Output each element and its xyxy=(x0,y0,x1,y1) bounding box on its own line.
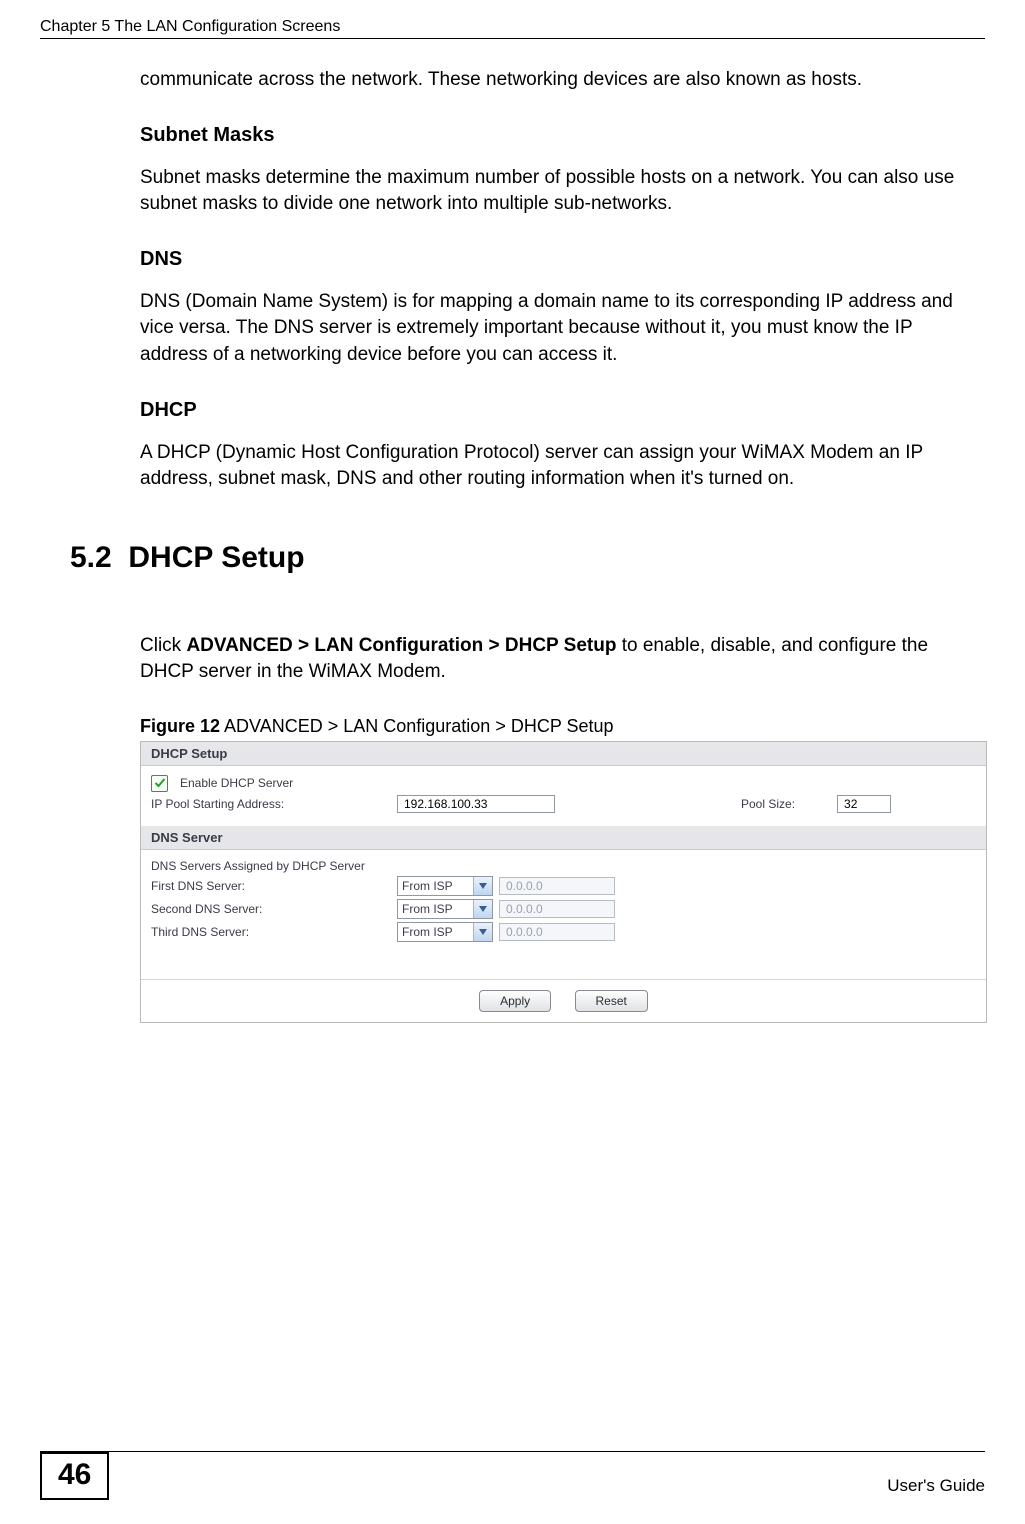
first-dns-label: First DNS Server: xyxy=(151,879,391,893)
first-dns-ip-input[interactable] xyxy=(499,877,615,895)
dhcp-setup-panel-header: DHCP Setup xyxy=(141,742,986,766)
second-dns-select[interactable]: From ISP xyxy=(397,899,493,919)
third-dns-select[interactable]: From ISP xyxy=(397,922,493,942)
page-number: 46 xyxy=(40,1452,109,1500)
dns-body: DNS (Domain Name System) is for mapping … xyxy=(140,289,970,369)
dns-heading: DNS xyxy=(140,248,970,271)
figure-path: ADVANCED > LAN Configuration > DHCP Setu… xyxy=(220,716,614,736)
section-heading: 5.2 DHCP Setup xyxy=(70,541,970,575)
section-number: 5.2 xyxy=(70,541,112,574)
footer-guide-label: User's Guide xyxy=(887,1476,985,1500)
dhcp-heading: DHCP xyxy=(140,399,970,422)
first-dns-select-text: From ISP xyxy=(398,879,473,893)
figure-caption: Figure 12 ADVANCED > LAN Configuration >… xyxy=(140,716,970,737)
subnet-masks-heading: Subnet Masks xyxy=(140,124,970,147)
second-dns-label: Second DNS Server: xyxy=(151,902,391,916)
second-dns-ip-input[interactable] xyxy=(499,900,615,918)
enable-dhcp-label: Enable DHCP Server xyxy=(180,776,293,790)
figure-label: Figure 12 xyxy=(140,716,220,736)
chapter-header: Chapter 5 The LAN Configuration Screens xyxy=(40,18,985,39)
third-dns-label: Third DNS Server: xyxy=(151,925,391,939)
check-icon xyxy=(154,777,166,789)
first-dns-select[interactable]: From ISP xyxy=(397,876,493,896)
third-dns-select-text: From ISP xyxy=(398,925,473,939)
subnet-masks-body: Subnet masks determine the maximum numbe… xyxy=(140,165,970,218)
chevron-down-icon xyxy=(473,877,492,895)
enable-dhcp-checkbox[interactable] xyxy=(151,775,168,792)
chevron-down-icon xyxy=(473,900,492,918)
pool-size-label: Pool Size: xyxy=(741,797,795,811)
section-lead: Click ADVANCED > LAN Configuration > DHC… xyxy=(140,633,970,686)
dhcp-body: A DHCP (Dynamic Host Configuration Proto… xyxy=(140,440,970,493)
dns-assigned-label: DNS Servers Assigned by DHCP Server xyxy=(151,859,365,873)
apply-button[interactable]: Apply xyxy=(479,990,551,1012)
third-dns-ip-input[interactable] xyxy=(499,923,615,941)
reset-button[interactable]: Reset xyxy=(575,990,648,1012)
pool-size-input[interactable] xyxy=(837,795,891,813)
second-dns-select-text: From ISP xyxy=(398,902,473,916)
chevron-down-icon xyxy=(473,923,492,941)
section-lead-bold: ADVANCED > LAN Configuration > DHCP Setu… xyxy=(186,635,616,656)
figure-screenshot: DHCP Setup Enable DHCP Server IP Pool St… xyxy=(140,741,987,1023)
ip-pool-label: IP Pool Starting Address: xyxy=(151,797,391,811)
dns-server-panel-header: DNS Server xyxy=(141,826,986,850)
intro-continuation: communicate across the network. These ne… xyxy=(140,67,970,94)
section-lead-prefix: Click xyxy=(140,635,186,656)
section-title: DHCP Setup xyxy=(128,541,304,574)
ip-pool-input[interactable] xyxy=(397,795,555,813)
